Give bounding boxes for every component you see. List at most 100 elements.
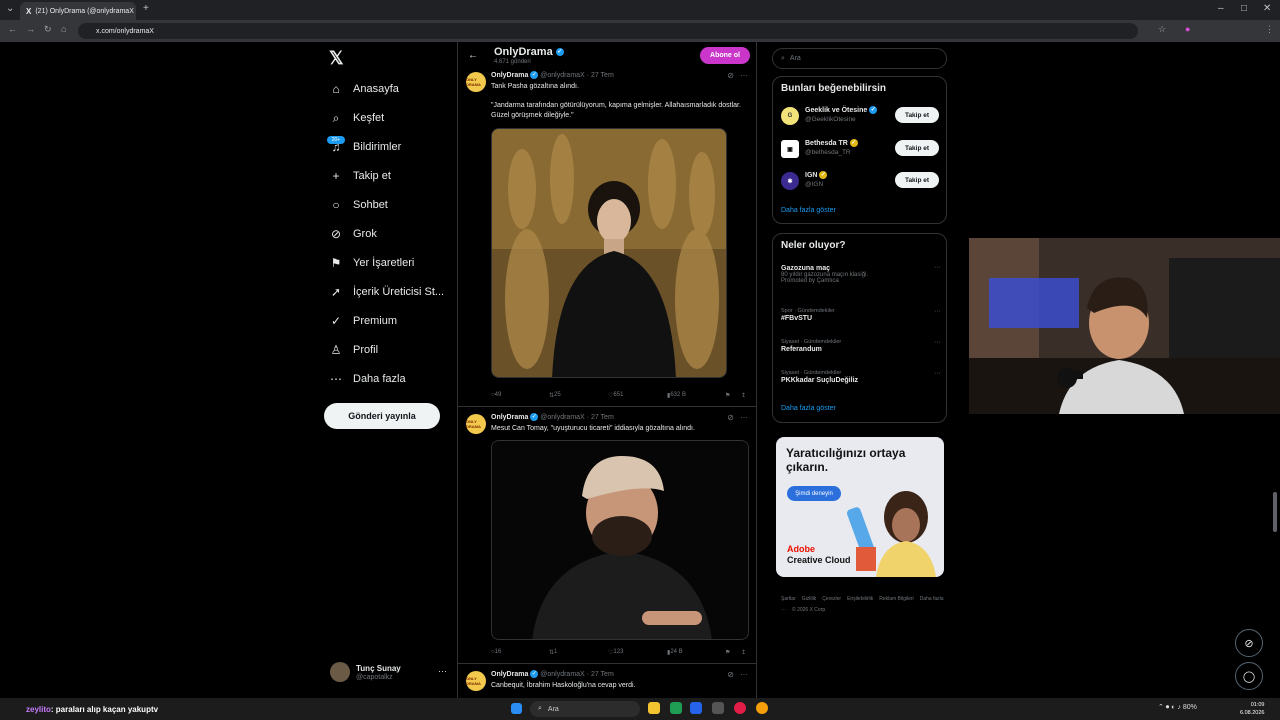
tweet[interactable]: ONLY DRAMA OnlyDrama ✓ @onlydramaX · 27 … xyxy=(458,412,756,664)
account-more-icon[interactable]: ··· xyxy=(438,666,447,676)
nav-item-profile[interactable]: ♙ Profil xyxy=(329,339,378,361)
trend-more-icon[interactable]: ··· xyxy=(934,308,941,315)
video-graphic xyxy=(492,441,748,639)
messages-fab-icon[interactable]: ◯ xyxy=(1235,662,1263,690)
timeline-column: ← OnlyDrama ✓ 4.671 gönderi Abone ol ONL… xyxy=(457,42,757,698)
follow-button[interactable]: Takip et xyxy=(895,172,939,188)
suggestion-item[interactable]: ▣ Bethesda TR ✓ @bethesda_TR Takip et xyxy=(781,138,941,162)
trend-more-icon[interactable]: ··· xyxy=(934,339,941,346)
grok-icon[interactable]: ⊘ xyxy=(727,670,734,679)
more-icon[interactable]: ··· xyxy=(740,71,748,80)
nav-item-follow[interactable]: + Takip et xyxy=(329,165,390,187)
footer-link[interactable]: Reklam Bilgileri xyxy=(879,596,913,602)
like-button[interactable]: ♡ 123 xyxy=(608,649,623,656)
nav-item-label: Grok xyxy=(353,228,377,240)
taskbar-search[interactable]: ⌕ Ara xyxy=(530,701,640,717)
subscribe-button[interactable]: Abone ol xyxy=(700,47,750,64)
tweet-text: Canbequit, İbrahim Haskoloğlu'na cevap v… xyxy=(491,682,636,689)
maximize-icon[interactable]: □ xyxy=(1241,3,1247,14)
views-button[interactable]: ▮ 632 B xyxy=(667,392,686,399)
share-icon[interactable]: ↥ xyxy=(741,392,746,399)
grok-icon[interactable]: ⊘ xyxy=(727,71,734,80)
app-icon[interactable] xyxy=(712,702,724,714)
suggestion-name: IGN ✓ xyxy=(805,171,828,179)
tweet-video[interactable] xyxy=(491,440,749,640)
trend-more-icon[interactable]: ··· xyxy=(934,370,941,377)
post-button[interactable]: Gönderi yayınla xyxy=(324,403,440,429)
tweet[interactable]: ONLY DRAMA OnlyDrama ✓ @onlydramaX · 27 … xyxy=(458,669,756,698)
system-tray[interactable]: ⌃ ⏺ ◐ ♪ 80% xyxy=(1158,703,1197,712)
adobe-ad[interactable]: Yaratıcılığınızı ortaya çıkarın. Şimdi d… xyxy=(776,437,944,577)
tweet-photo[interactable] xyxy=(491,128,727,378)
app-icon[interactable] xyxy=(690,702,702,714)
search-input[interactable]: ⌕ Ara xyxy=(772,48,947,69)
show-more-link[interactable]: Daha fazla göster xyxy=(781,405,836,412)
like-button[interactable]: ♡ 651 xyxy=(608,392,623,399)
repost-button[interactable]: ⇅ 1 xyxy=(549,649,557,656)
clock[interactable]: 01:09 6.08.2026 xyxy=(1240,701,1264,717)
footer-link[interactable]: Çerezler xyxy=(822,596,841,602)
share-icon[interactable]: ↥ xyxy=(741,649,746,656)
new-tab-icon[interactable]: + xyxy=(143,3,149,14)
windows-start-icon[interactable] xyxy=(511,703,522,714)
nav-item-search[interactable]: ⌕ Keşfet xyxy=(329,107,385,129)
account-switcher[interactable]: Tunç Sunay @capotalkz ··· xyxy=(330,662,450,688)
more-icon[interactable]: ··· xyxy=(740,670,748,679)
tweet[interactable]: ONLY DRAMA OnlyDrama ✓ @onlydramaX · 27 … xyxy=(458,70,756,407)
footer-link[interactable]: Gizlilik xyxy=(802,596,816,602)
grok-fab-icon[interactable]: ⊘ xyxy=(1235,629,1263,657)
profile-name: OnlyDrama ✓ xyxy=(494,46,564,58)
nav-item-rocket[interactable]: ➚ İçerik Üreticisi St... xyxy=(329,281,444,303)
minimize-icon[interactable]: – xyxy=(1218,3,1224,14)
footer-link[interactable]: Şartlar xyxy=(781,596,796,602)
forward-icon[interactable]: → xyxy=(26,24,35,34)
home-browser-icon[interactable]: ⌂ xyxy=(61,24,66,34)
url-field[interactable]: x.com/onlydramaX xyxy=(78,23,1138,39)
grok-icon[interactable]: ⊘ xyxy=(727,413,734,422)
browser-tab[interactable]: X (21) OnlyDrama (@onlydramaX ✕ xyxy=(20,2,136,20)
more-icon[interactable]: ··· xyxy=(740,413,748,422)
nav-item-premium[interactable]: ✓ Premium xyxy=(329,310,397,332)
trend-item[interactable]: Spor · Gündemdekiler #FBvSTU ··· xyxy=(781,308,941,322)
bookmark-icon[interactable]: ⚑ xyxy=(725,649,730,656)
trend-more-icon[interactable]: ··· xyxy=(934,264,941,271)
nav-item-more[interactable]: ⋯ Daha fazla xyxy=(329,368,406,390)
trend-category: Siyaset · Gündemdekiler xyxy=(781,370,842,376)
nav-item-bookmark[interactable]: ⚑ Yer İşaretleri xyxy=(329,252,415,274)
repost-button[interactable]: ⇅ 25 xyxy=(549,392,561,399)
reply-button[interactable]: ○ 49 xyxy=(491,392,501,398)
trend-item[interactable]: Gazozuna maç 80 yıldır gazozuna maçın kl… xyxy=(781,264,941,284)
ad-cta-button[interactable]: Şimdi deneyin xyxy=(787,486,841,501)
trend-item[interactable]: Siyaset · Gündemdekiler Referandum ··· xyxy=(781,339,941,353)
back-arrow-icon[interactable]: ← xyxy=(468,50,478,61)
window-close-icon[interactable]: ✕ xyxy=(1263,3,1271,14)
bookmark-star-icon[interactable]: ☆ xyxy=(1158,24,1166,35)
tab-list-icon[interactable]: ⌄ xyxy=(6,3,14,14)
back-icon[interactable]: ← xyxy=(8,24,17,34)
follow-button[interactable]: Takip et xyxy=(895,140,939,156)
x-logo-icon[interactable]: 𝕏 xyxy=(329,48,344,69)
verified-icon: ✓ xyxy=(555,48,564,57)
scrollbar[interactable] xyxy=(1273,492,1277,532)
app-icon[interactable] xyxy=(734,702,746,714)
footer-link[interactable]: Erişilebilirlik xyxy=(847,596,873,602)
app-icon[interactable] xyxy=(670,702,682,714)
extension-icon[interactable]: ● xyxy=(1185,24,1190,34)
follow-button[interactable]: Takip et xyxy=(895,107,939,123)
nav-item-chat[interactable]: ○ Sohbet xyxy=(329,194,388,216)
reply-button[interactable]: ○ 16 xyxy=(491,649,501,655)
trend-item[interactable]: Siyaset · Gündemdekiler PKKkadar SuçluDe… xyxy=(781,370,941,384)
nav-item-home[interactable]: ⌂ Anasayfa xyxy=(329,78,399,100)
bookmark-icon[interactable]: ⚑ xyxy=(725,392,730,399)
show-more-link[interactable]: Daha fazla göster xyxy=(781,207,836,214)
chrome-icon[interactable] xyxy=(756,702,768,714)
file-explorer-icon[interactable] xyxy=(648,702,660,714)
reload-icon[interactable]: ↻ xyxy=(44,24,52,35)
nav-item-grok[interactable]: ⊘ Grok xyxy=(329,223,377,245)
tab-title: (21) OnlyDrama (@onlydramaX xyxy=(35,7,134,15)
footer-link[interactable]: © 2026 X Corp. xyxy=(792,607,827,613)
browser-menu-icon[interactable]: ⋮ xyxy=(1265,24,1274,35)
suggestion-item[interactable]: ✱ IGN ✓ @IGN Takip et xyxy=(781,170,941,194)
views-button[interactable]: ▮ 24 B xyxy=(667,649,683,656)
suggestion-item[interactable]: G Geeklik ve Ötesine ✓ @GeeklikOtesine T… xyxy=(781,105,941,129)
